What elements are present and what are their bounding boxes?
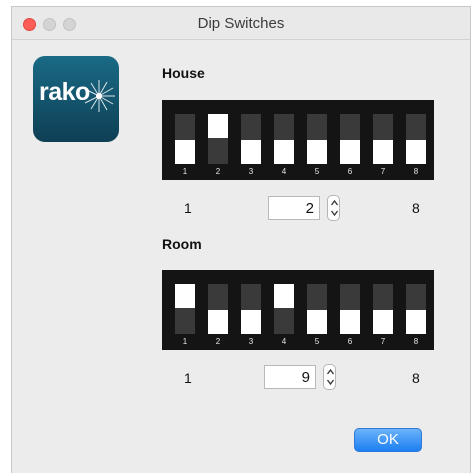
room-value-input[interactable]: 9 (264, 365, 316, 389)
room-switch-6[interactable] (340, 284, 360, 334)
room-switch-number: 3 (248, 337, 254, 346)
house-switch-1[interactable] (175, 114, 195, 164)
switch-knob (175, 140, 195, 164)
switch-knob (175, 284, 195, 308)
stepper-arrows-icon (330, 199, 339, 217)
switch-knob (208, 310, 228, 334)
switch-knob (274, 284, 294, 308)
room-stepper[interactable] (323, 364, 336, 390)
logo-text: rako (39, 78, 90, 106)
switch-knob (406, 310, 426, 334)
ok-button[interactable]: OK (354, 428, 422, 452)
switch-knob (241, 310, 261, 334)
house-dip-switch-bank: 1 2 3 4 5 6 7 8 (162, 100, 434, 180)
house-switch-number: 7 (380, 167, 386, 176)
room-switch-4[interactable] (274, 284, 294, 334)
house-switch-7[interactable] (373, 114, 393, 164)
switch-knob (307, 140, 327, 164)
house-label: House (162, 65, 205, 81)
room-switch-3[interactable] (241, 284, 261, 334)
room-switch-5[interactable] (307, 284, 327, 334)
switch-knob (340, 310, 360, 334)
room-min-label: 1 (184, 370, 192, 386)
title-bar: Dip Switches (12, 7, 470, 40)
room-switch-number: 7 (380, 337, 386, 346)
switch-knob (340, 140, 360, 164)
switch-knob (373, 310, 393, 334)
switch-knob (241, 140, 261, 164)
house-switch-number: 8 (413, 167, 419, 176)
house-min-label: 1 (184, 200, 192, 216)
room-switch-8[interactable] (406, 284, 426, 334)
house-switch-4[interactable] (274, 114, 294, 164)
room-switch-number: 1 (182, 337, 188, 346)
room-switch-1[interactable] (175, 284, 195, 334)
house-switch-6[interactable] (340, 114, 360, 164)
switch-knob (307, 310, 327, 334)
house-switch-3[interactable] (241, 114, 261, 164)
room-switch-number: 6 (347, 337, 353, 346)
house-switch-number: 5 (314, 167, 320, 176)
room-switch-number: 4 (281, 337, 287, 346)
room-dip-switch-bank: 1 2 3 4 5 6 7 8 (162, 270, 434, 350)
house-switch-number: 1 (182, 167, 188, 176)
rako-logo: rako (33, 56, 119, 142)
house-max-label: 8 (412, 200, 420, 216)
house-switch-5[interactable] (307, 114, 327, 164)
house-value-input[interactable]: 2 (268, 196, 320, 220)
window-title: Dip Switches (197, 15, 285, 32)
house-stepper[interactable] (327, 195, 340, 221)
room-label: Room (162, 236, 202, 252)
room-switch-2[interactable] (208, 284, 228, 334)
house-switch-number: 6 (347, 167, 353, 176)
stepper-arrows-icon (326, 368, 335, 386)
room-max-label: 8 (412, 370, 420, 386)
house-switch-number: 4 (281, 167, 287, 176)
house-switch-2[interactable] (208, 114, 228, 164)
room-switch-number: 5 (314, 337, 320, 346)
room-switch-number: 8 (413, 337, 419, 346)
house-switch-8[interactable] (406, 114, 426, 164)
room-switch-7[interactable] (373, 284, 393, 334)
switch-knob (208, 114, 228, 138)
switch-knob (373, 140, 393, 164)
switch-knob (274, 140, 294, 164)
house-switch-number: 2 (215, 167, 221, 176)
room-switch-number: 2 (215, 337, 221, 346)
house-switch-number: 3 (248, 167, 254, 176)
switch-knob (406, 140, 426, 164)
